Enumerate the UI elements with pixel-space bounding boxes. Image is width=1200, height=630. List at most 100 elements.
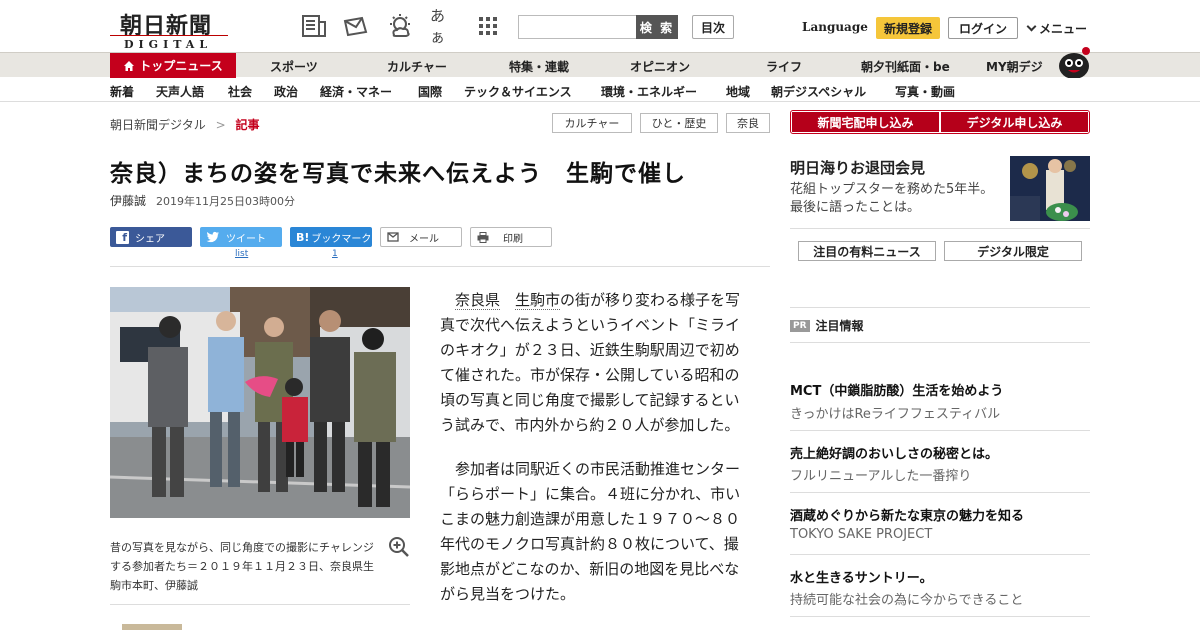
nav-item-life[interactable]: ライフ bbox=[766, 58, 802, 75]
nav2-item-environment[interactable]: 環境・エネルギー bbox=[601, 83, 697, 100]
search-input[interactable] bbox=[518, 15, 636, 39]
chevron-down-icon bbox=[1026, 21, 1037, 32]
print-button[interactable]: 印刷 bbox=[470, 227, 552, 247]
print-label: 印刷 bbox=[503, 233, 523, 245]
mail-icon[interactable] bbox=[342, 12, 370, 40]
site-logo[interactable]: 朝日新聞 DIGITAL bbox=[110, 8, 228, 51]
keyword-link-nara[interactable]: 奈良県 bbox=[455, 291, 501, 310]
mail-icon bbox=[387, 232, 399, 242]
digital-subscribe-button[interactable]: デジタル申し込み bbox=[941, 112, 1088, 132]
breadcrumb-current: 記事 bbox=[235, 118, 260, 132]
divider bbox=[790, 616, 1090, 617]
logo-rule bbox=[110, 35, 228, 36]
tag-people-history[interactable]: ひと・歴史 bbox=[640, 113, 718, 133]
article-photo[interactable] bbox=[110, 287, 410, 518]
mail-share-button[interactable]: メール bbox=[380, 227, 462, 247]
breadcrumb: 朝日新聞デジタル > 記事 bbox=[110, 116, 260, 133]
nav2-item-region[interactable]: 地域 bbox=[726, 83, 750, 100]
mail-share-label: メール bbox=[409, 233, 439, 245]
paid-news-button[interactable]: 注目の有料ニュース bbox=[798, 241, 936, 261]
nav2-item-tech[interactable]: テック＆サイエンス bbox=[464, 83, 572, 100]
grid-icon[interactable] bbox=[474, 12, 502, 40]
digital-only-button[interactable]: デジタル限定 bbox=[944, 241, 1082, 261]
nav-item-opinion[interactable]: オピニオン bbox=[630, 58, 690, 75]
pr-section-header: PR 注目情報 bbox=[790, 317, 864, 334]
nav-item-culture[interactable]: カルチャー bbox=[387, 58, 447, 75]
breadcrumb-separator: > bbox=[215, 118, 226, 132]
nav-item-features[interactable]: 特集・連載 bbox=[509, 58, 569, 75]
facebook-share-label: シェア bbox=[135, 233, 165, 245]
hatena-bookmark-button[interactable]: B! ブックマーク bbox=[290, 227, 372, 247]
divider bbox=[790, 430, 1090, 431]
feature-summary: 花組トップスターを務めた5年半。最後に語ったことは。 bbox=[790, 182, 994, 215]
pr-badge: PR bbox=[790, 319, 810, 332]
tag-culture[interactable]: カルチャー bbox=[552, 113, 632, 133]
nav-item-newspaper[interactable]: 朝夕刊紙面・be bbox=[861, 58, 950, 75]
divider bbox=[790, 307, 1090, 308]
top-news-label: トップニュース bbox=[139, 59, 223, 73]
twitter-icon bbox=[206, 231, 219, 243]
language-link[interactable]: Language bbox=[802, 20, 868, 34]
hatena-count-link[interactable]: 1 bbox=[332, 249, 338, 259]
related-thumbnail[interactable] bbox=[122, 624, 182, 630]
hatena-bookmark-label: ブックマーク bbox=[311, 233, 372, 245]
menu-button[interactable]: メニュー bbox=[1026, 20, 1088, 37]
print-icon bbox=[477, 231, 489, 243]
divider bbox=[790, 342, 1090, 343]
secondary-nav: 新着 天声人語 社会 政治 経済・マネー 国際 テック＆サイエンス 環境・エネル… bbox=[0, 78, 1200, 102]
pr-item-subtitle: TOKYO SAKE PROJECT bbox=[790, 527, 933, 542]
tag-nara[interactable]: 奈良 bbox=[726, 113, 770, 133]
font-size-icon[interactable]: あぁ bbox=[430, 7, 458, 46]
pr-item-title[interactable]: 水と生きるサントリー。 bbox=[790, 567, 933, 586]
logo-subtext: DIGITAL bbox=[124, 38, 213, 51]
login-button[interactable]: ログイン bbox=[948, 17, 1018, 39]
pr-item-title[interactable]: 売上絶好調のおいしさの秘密とは。 bbox=[790, 443, 998, 462]
newspaper-subscribe-button[interactable]: 新聞宅配申し込み bbox=[792, 112, 939, 132]
twitter-count-link[interactable]: list bbox=[235, 249, 248, 259]
nav2-item-politics[interactable]: 政治 bbox=[274, 83, 298, 100]
feature-image[interactable] bbox=[1010, 156, 1090, 221]
pr-item-subtitle: 持続可能な社会の為に今からできること bbox=[790, 593, 1024, 608]
menu-label: メニュー bbox=[1039, 22, 1088, 36]
paper-icon[interactable] bbox=[300, 12, 328, 40]
publish-date: 2019年11月25日03時00分 bbox=[156, 195, 295, 208]
pr-item-title[interactable]: MCT（中鎖脂肪酸）生活を始めよう bbox=[790, 380, 1003, 399]
toc-button[interactable]: 目次 bbox=[692, 15, 734, 39]
feature-title[interactable]: 明日海りお退団会見 bbox=[790, 157, 925, 178]
divider bbox=[790, 492, 1090, 493]
pr-item-title[interactable]: 酒蔵めぐりから新たな東京の魅力を知る bbox=[790, 505, 1024, 524]
twitter-share-label: ツイート bbox=[226, 233, 266, 245]
nav2-item-economy[interactable]: 経済・マネー bbox=[320, 83, 392, 100]
byline: 伊藤誠 2019年11月25日03時00分 bbox=[110, 192, 295, 209]
search-button[interactable]: 検 索 bbox=[636, 15, 678, 39]
register-button[interactable]: 新規登録 bbox=[876, 17, 940, 39]
nav-item-top-news[interactable]: トップニュース bbox=[110, 53, 236, 78]
nav2-item-tensei[interactable]: 天声人語 bbox=[156, 83, 204, 100]
article-title: 奈良）まちの姿を写真で未来へ伝えよう 生駒で催し bbox=[110, 161, 686, 187]
pr-section-title: 注目情報 bbox=[815, 319, 864, 333]
pr-item-subtitle: きっかけはReライフフェスティバル bbox=[790, 407, 1001, 422]
breadcrumb-home[interactable]: 朝日新聞デジタル bbox=[110, 118, 206, 132]
nav2-item-society[interactable]: 社会 bbox=[228, 83, 252, 100]
photo-caption: 昔の写真を見ながら、同じ角度での撮影にチャレンジする参加者たち＝２０１９年１１月… bbox=[110, 541, 374, 592]
mascot-icon[interactable] bbox=[1056, 44, 1092, 80]
hatena-icon: B! bbox=[296, 230, 310, 244]
nav-item-sports[interactable]: スポーツ bbox=[270, 58, 318, 75]
pr-item-subtitle: フルリニューアルした一番搾り bbox=[790, 469, 972, 484]
nav2-item-latest[interactable]: 新着 bbox=[110, 83, 134, 100]
nav-item-my-asadigi[interactable]: MY朝デジ bbox=[986, 58, 1043, 75]
nav2-item-international[interactable]: 国際 bbox=[418, 83, 442, 100]
facebook-icon: f bbox=[116, 230, 129, 244]
author: 伊藤誠 bbox=[110, 194, 147, 208]
facebook-share-button[interactable]: f シェア bbox=[110, 227, 192, 247]
divider bbox=[790, 554, 1090, 555]
divider bbox=[110, 266, 770, 267]
keyword-link-ikoma[interactable]: 生駒市 bbox=[515, 291, 561, 310]
twitter-share-button[interactable]: ツイート bbox=[200, 227, 282, 247]
paragraph-text: の街が移り変わる様子を写真で次代へ伝えようというイベント「ミライのキオク」が２３… bbox=[440, 291, 741, 434]
nav2-item-special[interactable]: 朝デジスペシャル bbox=[771, 83, 866, 100]
home-icon bbox=[124, 60, 135, 71]
nav2-item-photo-video[interactable]: 写真・動画 bbox=[895, 83, 955, 100]
weather-icon[interactable] bbox=[386, 12, 414, 40]
zoom-icon[interactable] bbox=[388, 536, 410, 558]
